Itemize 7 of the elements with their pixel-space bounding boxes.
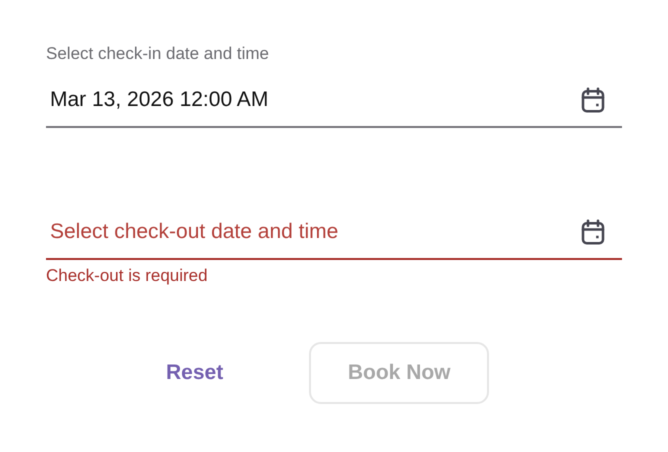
error-message: Check-out is required bbox=[46, 266, 209, 286]
field-label: Select check-in date and time bbox=[46, 44, 270, 63]
date-time-field[interactable]: Mar 13, 2026 12:00 AM bbox=[46, 70, 622, 128]
reset-button[interactable]: Reset bbox=[134, 342, 256, 404]
date-time-field[interactable]: Select check-out date and time bbox=[46, 202, 622, 260]
field-placeholder: Select check-out date and time bbox=[50, 220, 338, 244]
field-value: Mar 13, 2026 12:00 AM bbox=[50, 88, 268, 112]
